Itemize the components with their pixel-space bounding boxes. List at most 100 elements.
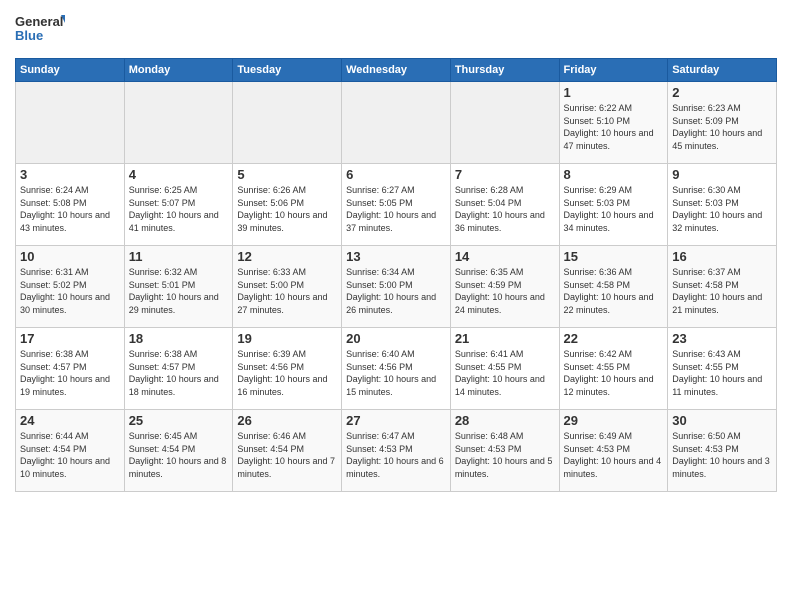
- calendar-cell: 11 Sunrise: 6:32 AMSunset: 5:01 PMDaylig…: [124, 246, 233, 328]
- calendar-cell: 14 Sunrise: 6:35 AMSunset: 4:59 PMDaylig…: [450, 246, 559, 328]
- svg-text:General: General: [15, 14, 63, 29]
- day-info: Sunrise: 6:39 AMSunset: 4:56 PMDaylight:…: [237, 349, 327, 397]
- day-number: 4: [129, 167, 229, 182]
- day-info: Sunrise: 6:25 AMSunset: 5:07 PMDaylight:…: [129, 185, 219, 233]
- weekday-header: Wednesday: [342, 59, 451, 82]
- day-info: Sunrise: 6:38 AMSunset: 4:57 PMDaylight:…: [129, 349, 219, 397]
- day-info: Sunrise: 6:47 AMSunset: 4:53 PMDaylight:…: [346, 431, 444, 479]
- day-number: 14: [455, 249, 555, 264]
- calendar-cell: 1 Sunrise: 6:22 AMSunset: 5:10 PMDayligh…: [559, 82, 668, 164]
- day-number: 7: [455, 167, 555, 182]
- calendar-week-row: 17 Sunrise: 6:38 AMSunset: 4:57 PMDaylig…: [16, 328, 777, 410]
- day-number: 17: [20, 331, 120, 346]
- calendar-table: SundayMondayTuesdayWednesdayThursdayFrid…: [15, 58, 777, 492]
- day-info: Sunrise: 6:50 AMSunset: 4:53 PMDaylight:…: [672, 431, 770, 479]
- weekday-header: Monday: [124, 59, 233, 82]
- day-number: 19: [237, 331, 337, 346]
- day-number: 15: [564, 249, 664, 264]
- calendar-cell: 29 Sunrise: 6:49 AMSunset: 4:53 PMDaylig…: [559, 410, 668, 492]
- calendar-cell: [233, 82, 342, 164]
- day-number: 10: [20, 249, 120, 264]
- day-number: 21: [455, 331, 555, 346]
- day-number: 27: [346, 413, 446, 428]
- day-number: 6: [346, 167, 446, 182]
- calendar-cell: 8 Sunrise: 6:29 AMSunset: 5:03 PMDayligh…: [559, 164, 668, 246]
- weekday-header: Saturday: [668, 59, 777, 82]
- day-info: Sunrise: 6:36 AMSunset: 4:58 PMDaylight:…: [564, 267, 654, 315]
- calendar-cell: 2 Sunrise: 6:23 AMSunset: 5:09 PMDayligh…: [668, 82, 777, 164]
- calendar-cell: 27 Sunrise: 6:47 AMSunset: 4:53 PMDaylig…: [342, 410, 451, 492]
- calendar-cell: 25 Sunrise: 6:45 AMSunset: 4:54 PMDaylig…: [124, 410, 233, 492]
- calendar-cell: 19 Sunrise: 6:39 AMSunset: 4:56 PMDaylig…: [233, 328, 342, 410]
- day-number: 12: [237, 249, 337, 264]
- calendar-cell: [124, 82, 233, 164]
- day-info: Sunrise: 6:26 AMSunset: 5:06 PMDaylight:…: [237, 185, 327, 233]
- calendar-cell: 9 Sunrise: 6:30 AMSunset: 5:03 PMDayligh…: [668, 164, 777, 246]
- calendar-cell: [342, 82, 451, 164]
- day-number: 18: [129, 331, 229, 346]
- calendar-week-row: 3 Sunrise: 6:24 AMSunset: 5:08 PMDayligh…: [16, 164, 777, 246]
- calendar-cell: 22 Sunrise: 6:42 AMSunset: 4:55 PMDaylig…: [559, 328, 668, 410]
- day-number: 11: [129, 249, 229, 264]
- weekday-header: Tuesday: [233, 59, 342, 82]
- calendar-cell: 23 Sunrise: 6:43 AMSunset: 4:55 PMDaylig…: [668, 328, 777, 410]
- calendar-cell: 12 Sunrise: 6:33 AMSunset: 5:00 PMDaylig…: [233, 246, 342, 328]
- day-info: Sunrise: 6:29 AMSunset: 5:03 PMDaylight:…: [564, 185, 654, 233]
- calendar-cell: 10 Sunrise: 6:31 AMSunset: 5:02 PMDaylig…: [16, 246, 125, 328]
- day-info: Sunrise: 6:28 AMSunset: 5:04 PMDaylight:…: [455, 185, 545, 233]
- day-number: 16: [672, 249, 772, 264]
- day-info: Sunrise: 6:23 AMSunset: 5:09 PMDaylight:…: [672, 103, 762, 151]
- day-number: 20: [346, 331, 446, 346]
- day-info: Sunrise: 6:27 AMSunset: 5:05 PMDaylight:…: [346, 185, 436, 233]
- header: General Blue: [15, 10, 777, 50]
- day-info: Sunrise: 6:43 AMSunset: 4:55 PMDaylight:…: [672, 349, 762, 397]
- day-info: Sunrise: 6:22 AMSunset: 5:10 PMDaylight:…: [564, 103, 654, 151]
- calendar-cell: 20 Sunrise: 6:40 AMSunset: 4:56 PMDaylig…: [342, 328, 451, 410]
- calendar-cell: 17 Sunrise: 6:38 AMSunset: 4:57 PMDaylig…: [16, 328, 125, 410]
- calendar-cell: 13 Sunrise: 6:34 AMSunset: 5:00 PMDaylig…: [342, 246, 451, 328]
- day-info: Sunrise: 6:38 AMSunset: 4:57 PMDaylight:…: [20, 349, 110, 397]
- day-info: Sunrise: 6:24 AMSunset: 5:08 PMDaylight:…: [20, 185, 110, 233]
- day-number: 28: [455, 413, 555, 428]
- calendar-cell: 28 Sunrise: 6:48 AMSunset: 4:53 PMDaylig…: [450, 410, 559, 492]
- day-number: 2: [672, 85, 772, 100]
- day-info: Sunrise: 6:34 AMSunset: 5:00 PMDaylight:…: [346, 267, 436, 315]
- day-info: Sunrise: 6:44 AMSunset: 4:54 PMDaylight:…: [20, 431, 110, 479]
- calendar-cell: 4 Sunrise: 6:25 AMSunset: 5:07 PMDayligh…: [124, 164, 233, 246]
- day-info: Sunrise: 6:30 AMSunset: 5:03 PMDaylight:…: [672, 185, 762, 233]
- svg-text:Blue: Blue: [15, 28, 43, 43]
- day-number: 23: [672, 331, 772, 346]
- calendar-cell: 15 Sunrise: 6:36 AMSunset: 4:58 PMDaylig…: [559, 246, 668, 328]
- calendar-cell: 26 Sunrise: 6:46 AMSunset: 4:54 PMDaylig…: [233, 410, 342, 492]
- day-number: 1: [564, 85, 664, 100]
- day-number: 8: [564, 167, 664, 182]
- weekday-header: Thursday: [450, 59, 559, 82]
- day-number: 13: [346, 249, 446, 264]
- calendar-cell: 6 Sunrise: 6:27 AMSunset: 5:05 PMDayligh…: [342, 164, 451, 246]
- day-number: 5: [237, 167, 337, 182]
- calendar-week-row: 24 Sunrise: 6:44 AMSunset: 4:54 PMDaylig…: [16, 410, 777, 492]
- day-number: 30: [672, 413, 772, 428]
- day-info: Sunrise: 6:49 AMSunset: 4:53 PMDaylight:…: [564, 431, 662, 479]
- calendar-week-row: 10 Sunrise: 6:31 AMSunset: 5:02 PMDaylig…: [16, 246, 777, 328]
- calendar-cell: 21 Sunrise: 6:41 AMSunset: 4:55 PMDaylig…: [450, 328, 559, 410]
- day-number: 22: [564, 331, 664, 346]
- day-number: 26: [237, 413, 337, 428]
- day-number: 25: [129, 413, 229, 428]
- calendar-cell: 30 Sunrise: 6:50 AMSunset: 4:53 PMDaylig…: [668, 410, 777, 492]
- day-number: 24: [20, 413, 120, 428]
- day-info: Sunrise: 6:40 AMSunset: 4:56 PMDaylight:…: [346, 349, 436, 397]
- day-info: Sunrise: 6:32 AMSunset: 5:01 PMDaylight:…: [129, 267, 219, 315]
- logo-svg: General Blue: [15, 10, 65, 50]
- day-info: Sunrise: 6:45 AMSunset: 4:54 PMDaylight:…: [129, 431, 227, 479]
- day-info: Sunrise: 6:41 AMSunset: 4:55 PMDaylight:…: [455, 349, 545, 397]
- weekday-header: Sunday: [16, 59, 125, 82]
- day-number: 3: [20, 167, 120, 182]
- day-info: Sunrise: 6:37 AMSunset: 4:58 PMDaylight:…: [672, 267, 762, 315]
- calendar-container: General Blue SundayMondayTuesdayWednesda…: [0, 0, 792, 502]
- calendar-cell: 3 Sunrise: 6:24 AMSunset: 5:08 PMDayligh…: [16, 164, 125, 246]
- calendar-cell: 5 Sunrise: 6:26 AMSunset: 5:06 PMDayligh…: [233, 164, 342, 246]
- calendar-cell: [450, 82, 559, 164]
- calendar-cell: 16 Sunrise: 6:37 AMSunset: 4:58 PMDaylig…: [668, 246, 777, 328]
- calendar-cell: 24 Sunrise: 6:44 AMSunset: 4:54 PMDaylig…: [16, 410, 125, 492]
